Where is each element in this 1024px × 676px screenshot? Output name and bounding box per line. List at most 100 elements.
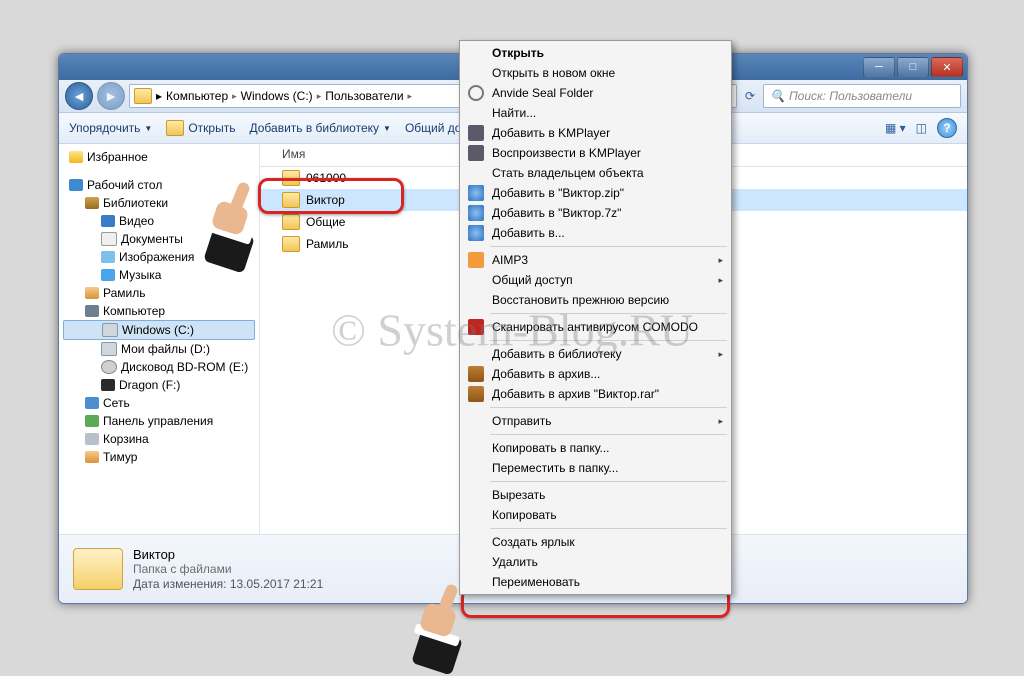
separator: [490, 246, 727, 247]
cm-rename[interactable]: Переименовать: [462, 572, 729, 592]
cm-owner[interactable]: Стать владельцем объекта: [462, 163, 729, 183]
winrar-icon: [468, 366, 484, 382]
cm-open-new[interactable]: Открыть в новом окне: [462, 63, 729, 83]
back-button[interactable]: ◄: [65, 82, 93, 110]
details-modified: Дата изменения: 13.05.2017 21:21: [133, 577, 323, 592]
sidebar-trash[interactable]: Корзина: [59, 430, 259, 448]
maximize-button[interactable]: □: [897, 57, 929, 77]
breadcrumb-seg[interactable]: Windows (C:): [241, 89, 313, 103]
sidebar-music[interactable]: Музыка: [59, 266, 259, 284]
comodo-icon: [468, 319, 484, 335]
folder-icon: [134, 88, 152, 104]
dvd-icon: [101, 360, 117, 374]
include-lib-button[interactable]: Добавить в библиотеку ▼: [249, 121, 390, 135]
sidebar-drive-f[interactable]: Dragon (F:): [59, 376, 259, 394]
preview-pane-button[interactable]: ◫: [916, 121, 927, 135]
cm-delete[interactable]: Удалить: [462, 552, 729, 572]
chevron-right-icon: ▸: [718, 349, 723, 360]
cm-shortcut[interactable]: Создать ярлык: [462, 532, 729, 552]
close-button[interactable]: ✕: [931, 57, 963, 77]
aimp-icon: [468, 252, 484, 268]
archive-icon: [468, 205, 484, 221]
star-icon: [69, 151, 83, 163]
separator: [490, 481, 727, 482]
drive-icon: [102, 323, 118, 337]
folder-large-icon: [73, 548, 123, 590]
sidebar-network[interactable]: Сеть: [59, 394, 259, 412]
folder-icon: [282, 192, 300, 208]
minimize-button[interactable]: ─: [863, 57, 895, 77]
chevron-right-icon: ▸: [718, 255, 723, 266]
breadcrumb-seg[interactable]: Компьютер: [166, 89, 228, 103]
cm-aimp3[interactable]: AIMP3▸: [462, 250, 729, 270]
sidebar-dvd[interactable]: Дисковод BD-ROM (E:): [59, 358, 259, 376]
sidebar-user-ramil[interactable]: Рамиль: [59, 284, 259, 302]
cm-cut[interactable]: Вырезать: [462, 485, 729, 505]
user-icon: [85, 451, 99, 463]
cm-scan-comodo[interactable]: Сканировать антивирусом COMODO: [462, 317, 729, 337]
folder-icon: [282, 236, 300, 252]
help-button[interactable]: ?: [937, 118, 957, 138]
sidebar-images[interactable]: Изображения: [59, 248, 259, 266]
cm-add-rar[interactable]: Добавить в архив "Виктор.rar": [462, 384, 729, 404]
kmplayer-icon: [468, 145, 484, 161]
document-icon: [101, 232, 117, 246]
chevron-right-icon: ▸: [408, 91, 413, 102]
cm-send[interactable]: Отправить▸: [462, 411, 729, 431]
separator: [490, 313, 727, 314]
view-mode-button[interactable]: ▦ ▾: [885, 121, 906, 135]
archive-icon: [468, 185, 484, 201]
sidebar: Избранное Рабочий стол Библиотеки Видео …: [59, 142, 260, 535]
cm-share[interactable]: Общий доступ▸: [462, 270, 729, 290]
cm-add-kmplayer[interactable]: Добавить в KMPlayer: [462, 123, 729, 143]
kmplayer-icon: [468, 125, 484, 141]
forward-button[interactable]: ►: [97, 82, 125, 110]
cm-copy[interactable]: Копировать: [462, 505, 729, 525]
cm-add-to[interactable]: Добавить в...: [462, 223, 729, 243]
search-icon: 🔍: [770, 89, 785, 103]
chevron-right-icon: ▸: [156, 89, 162, 103]
sidebar-drive-c[interactable]: Windows (C:): [63, 320, 255, 340]
archive-icon: [468, 225, 484, 241]
sidebar-video[interactable]: Видео: [59, 212, 259, 230]
breadcrumb-seg[interactable]: Пользователи: [325, 89, 403, 103]
sidebar-favorites[interactable]: Избранное: [59, 148, 259, 166]
chevron-right-icon: ▸: [718, 416, 723, 427]
separator: [490, 528, 727, 529]
sidebar-documents[interactable]: Документы: [59, 230, 259, 248]
cm-anvide[interactable]: Anvide Seal Folder: [462, 83, 729, 103]
col-name[interactable]: Имя: [282, 147, 305, 161]
cm-move-to-folder[interactable]: Переместить в папку...: [462, 458, 729, 478]
desktop-icon: [69, 179, 83, 191]
cm-copy-to-folder[interactable]: Копировать в папку...: [462, 438, 729, 458]
cm-add-library[interactable]: Добавить в библиотеку▸: [462, 344, 729, 364]
chevron-right-icon: ▸: [317, 91, 322, 102]
cm-add-7z[interactable]: Добавить в "Виктор.7z": [462, 203, 729, 223]
sidebar-computer[interactable]: Компьютер: [59, 302, 259, 320]
cm-add-archive[interactable]: Добавить в архив...: [462, 364, 729, 384]
winrar-icon: [468, 386, 484, 402]
user-icon: [85, 287, 99, 299]
library-icon: [85, 197, 99, 209]
cm-add-zip[interactable]: Добавить в "Виктор.zip": [462, 183, 729, 203]
folder-open-icon: [166, 120, 184, 136]
cm-play-kmplayer[interactable]: Воспроизвести в KMPlayer: [462, 143, 729, 163]
open-button[interactable]: Открыть: [166, 120, 235, 136]
sidebar-libraries[interactable]: Библиотеки: [59, 194, 259, 212]
cm-open[interactable]: Открыть: [462, 43, 729, 63]
sidebar-desktop[interactable]: Рабочий стол: [59, 176, 259, 194]
separator: [490, 340, 727, 341]
sidebar-drive-d[interactable]: Мои файлы (D:): [59, 340, 259, 358]
cm-restore[interactable]: Восстановить прежнюю версию: [462, 290, 729, 310]
refresh-button[interactable]: ⟳: [741, 89, 759, 103]
search-input[interactable]: 🔍 Поиск: Пользователи: [763, 84, 961, 108]
separator: [490, 434, 727, 435]
sidebar-user-timur[interactable]: Тимур: [59, 448, 259, 466]
drive-icon: [101, 379, 115, 391]
seal-icon: [468, 85, 484, 101]
sidebar-cpanel[interactable]: Панель управления: [59, 412, 259, 430]
organize-button[interactable]: Упорядочить ▼: [69, 121, 152, 135]
context-menu: Открыть Открыть в новом окне Anvide Seal…: [459, 40, 732, 595]
cm-find[interactable]: Найти...: [462, 103, 729, 123]
folder-icon: [282, 214, 300, 230]
